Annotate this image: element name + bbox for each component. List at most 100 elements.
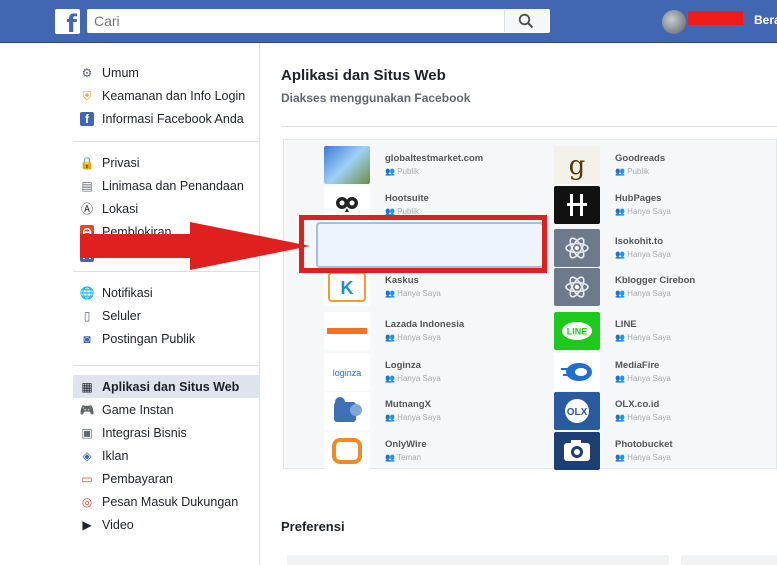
- sidebar-item[interactable]: Ⓐ Lokasi: [73, 197, 260, 220]
- app-visibility: 👥 Hanya Saya: [615, 413, 671, 422]
- annotation-red-box: [299, 215, 547, 273]
- sidebar-item-label: Lokasi: [102, 201, 139, 216]
- sidebar-item[interactable]: ◈ Iklan: [73, 444, 260, 467]
- sidebar-item[interactable]: 🌐 Notifikasi: [73, 281, 260, 304]
- app-item[interactable]: Kblogger Cirebon 👥 Hanya Saya: [554, 268, 777, 308]
- app-name: Hootsuite: [385, 193, 429, 204]
- ads-icon: ◈: [82, 448, 92, 463]
- app-visibility: 👥 Hanya Saya: [385, 289, 441, 298]
- app-item[interactable]: MutnangX 👥 Hanya Saya: [324, 392, 554, 432]
- card-icon: ▭: [81, 471, 93, 486]
- app-item[interactable]: Lazada Indonesia 👥 Hanya Saya: [324, 312, 554, 352]
- sidebar-group: 🌐 Notifikasi ▯ Seluler ◙ Postingan Publik: [73, 281, 260, 350]
- app-item[interactable]: Photobucket 👥 Hanya Saya: [554, 432, 777, 472]
- sidebar-item[interactable]: ◙ Postingan Publik: [73, 327, 260, 350]
- phone-icon: ▯: [83, 308, 91, 323]
- app-logo-icon: [554, 432, 600, 470]
- app-item[interactable]: OLX OLX.co.id 👥 Hanya Saya: [554, 392, 777, 432]
- business-icon: ▣: [81, 425, 93, 440]
- sidebar-item-label: Pesan Masuk Dukungan: [102, 494, 239, 509]
- app-logo-icon: [324, 146, 370, 184]
- lifebuoy-icon: ◎: [81, 494, 93, 509]
- sidebar-item[interactable]: f Informasi Facebook Anda: [73, 107, 260, 130]
- app-visibility: 👥 Hanya Saya: [615, 453, 671, 462]
- app-logo-icon: OLX: [554, 392, 600, 430]
- app-visibility: 👥 Publik: [615, 167, 649, 176]
- search-button[interactable]: [504, 10, 549, 32]
- app-item[interactable]: Isokohit.to 👥 Hanya Saya: [554, 229, 777, 269]
- globe-icon: 🌐: [79, 285, 95, 300]
- app-item[interactable]: g Goodreads 👥 Publik: [554, 146, 777, 186]
- app-logo-icon: K: [324, 268, 370, 306]
- facebook-logo-icon[interactable]: f: [55, 9, 80, 36]
- app-name: Kblogger Cirebon: [615, 275, 696, 286]
- app-name: OLX.co.id: [615, 399, 660, 410]
- sidebar-item[interactable]: ⚙ Umum: [73, 61, 260, 84]
- sidebar-item[interactable]: ⛨ Keamanan dan Info Login: [73, 84, 260, 107]
- app-visibility: 👥 Publik: [385, 167, 419, 176]
- rss-icon: ◙: [83, 331, 91, 346]
- sidebar-item[interactable]: ▣ Integrasi Bisnis: [73, 421, 260, 444]
- app-visibility: 👥 Hanya Saya: [385, 333, 441, 342]
- gamepad-icon: 🎮: [79, 402, 95, 417]
- annotation-arrow-icon: [80, 222, 310, 270]
- sidebar-item-label: Privasi: [102, 155, 140, 170]
- sidebar-item[interactable]: ▶ Video: [73, 513, 260, 536]
- timeline-icon: ▤: [81, 178, 93, 193]
- app-visibility: 👥 Hanya Saya: [615, 250, 671, 259]
- app-name: LINE: [615, 319, 637, 330]
- app-logo-icon: [324, 392, 370, 430]
- search-icon: [518, 13, 534, 29]
- page-subtitle: Diakses menggunakan Facebook: [281, 91, 471, 105]
- app-item[interactable]: globaltestmarket.com 👥 Publik: [324, 146, 554, 186]
- sidebar-item-label: Informasi Facebook Anda: [102, 111, 244, 126]
- shield-icon: ⛨: [82, 88, 92, 103]
- app-logo-icon: [554, 268, 600, 306]
- sidebar-item-label: Pembayaran: [102, 471, 173, 486]
- sidebar-item-label: Postingan Publik: [102, 331, 196, 346]
- apps-icon: ▦: [81, 379, 93, 394]
- sidebar-item-label: Seluler: [102, 308, 141, 323]
- sidebar-item[interactable]: ▯ Seluler: [73, 304, 260, 327]
- app-visibility: 👥 Teman: [385, 453, 422, 462]
- profile-name[interactable]: Bera: [754, 13, 777, 27]
- app-visibility: 👥 Hanya Saya: [385, 413, 441, 422]
- sidebar-item[interactable]: ▦ Aplikasi dan Situs Web: [73, 375, 260, 398]
- app-name: Loginza: [385, 360, 421, 371]
- redacted-name: [688, 11, 743, 25]
- lock-icon: 🔒: [79, 155, 95, 170]
- page-title: Aplikasi dan Situs Web: [281, 67, 446, 84]
- svg-text:K: K: [341, 278, 354, 298]
- app-name: MediaFire: [615, 360, 660, 371]
- app-name: Lazada Indonesia: [385, 319, 465, 330]
- app-item[interactable]: K Kaskus 👥 Hanya Saya: [324, 268, 554, 308]
- sidebar-item-label: Game Instan: [102, 402, 174, 417]
- app-item[interactable]: OnlyWire 👥 Teman: [324, 432, 554, 472]
- app-item[interactable]: loginza Loginza 👥 Hanya Saya: [324, 353, 554, 393]
- sidebar-item[interactable]: ▤ Linimasa dan Penandaan: [73, 174, 260, 197]
- app-logo-icon: g: [554, 146, 600, 184]
- sidebar-item-label: Integrasi Bisnis: [102, 425, 187, 440]
- app-name: HubPages: [615, 193, 662, 204]
- location-icon: Ⓐ: [80, 201, 93, 216]
- sidebar-item-label: Umum: [102, 65, 139, 80]
- app-item[interactable]: LINE LINE 👥 Hanya Saya: [554, 312, 777, 352]
- search-input[interactable]: [94, 12, 504, 30]
- app-visibility: 👥 Hanya Saya: [615, 289, 671, 298]
- avatar[interactable]: [662, 10, 686, 34]
- app-logo-icon: LINE: [554, 312, 600, 350]
- sidebar-item-label: Iklan: [102, 448, 129, 463]
- sidebar-item[interactable]: 🔒 Privasi: [73, 151, 260, 174]
- sidebar-item-label: Notifikasi: [102, 285, 153, 300]
- app-item[interactable]: HubPages 👥 Hanya Saya: [554, 186, 777, 226]
- sidebar-item[interactable]: ▭ Pembayaran: [73, 467, 260, 490]
- sidebar-divider: [73, 365, 260, 366]
- app-logo-icon: [554, 186, 600, 224]
- search-box[interactable]: [87, 9, 550, 33]
- app-item[interactable]: MediaFire 👥 Hanya Saya: [554, 353, 777, 393]
- video-icon: ▶: [82, 517, 92, 532]
- sidebar-item[interactable]: ◎ Pesan Masuk Dukungan: [73, 490, 260, 513]
- sidebar-item-label: Linimasa dan Penandaan: [102, 178, 244, 193]
- sidebar-item[interactable]: 🎮 Game Instan: [73, 398, 260, 421]
- app-name: Goodreads: [615, 153, 666, 164]
